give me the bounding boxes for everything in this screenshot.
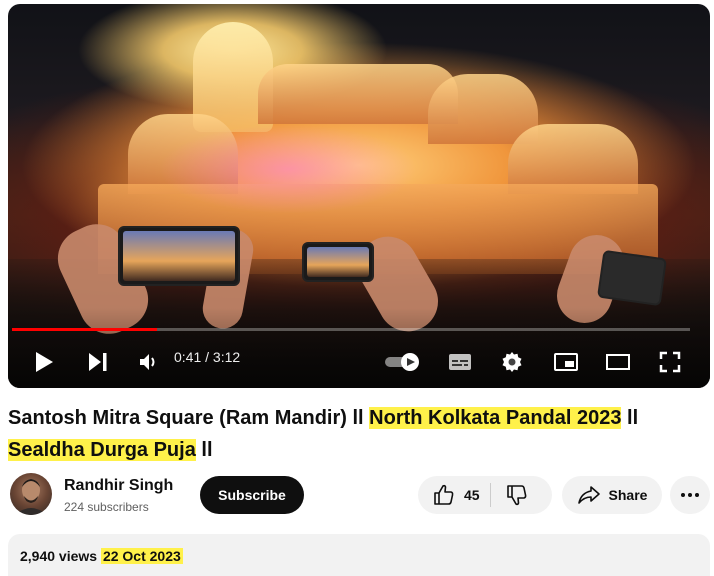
video-title-part: Santosh Mitra Square (Ram Mandir) ll (8, 407, 370, 429)
like-button[interactable]: 45 (418, 476, 490, 514)
progress-fill (12, 328, 158, 331)
more-actions-button[interactable] (670, 476, 710, 514)
volume-icon (140, 354, 155, 370)
more-horizontal-icon (681, 493, 699, 497)
subtitles-icon (449, 354, 471, 370)
volume-button[interactable] (134, 348, 162, 376)
current-time: 0:41 (174, 349, 202, 365)
view-count: 2,940 views (20, 548, 98, 564)
next-button[interactable] (84, 348, 112, 376)
like-dislike-group: 45 (418, 476, 552, 514)
video-title-highlight: North Kolkata Pandal 2023 (369, 407, 622, 429)
video-title-highlight: Sealdha Durga Puja (8, 439, 196, 461)
video-frame-light-glow (158, 124, 418, 214)
dislike-button[interactable] (491, 476, 543, 514)
duration: 3:12 (212, 349, 241, 365)
share-label: Share (608, 487, 648, 503)
play-button[interactable] (30, 348, 58, 376)
autoplay-toggle-icon (385, 353, 419, 371)
time-separator: / (201, 349, 213, 365)
video-title: Santosh Mitra Square (Ram Mandir) ll Nor… (8, 402, 708, 466)
subscriber-count: 224 subscribers (64, 500, 149, 514)
subtitles-button[interactable] (446, 348, 474, 376)
autoplay-toggle[interactable] (384, 348, 424, 376)
video-frame-phone (118, 226, 240, 286)
progress-bar[interactable] (12, 328, 690, 331)
video-frame-phone (596, 249, 668, 307)
channel-avatar[interactable] (10, 473, 52, 515)
video-title-part: ll (195, 439, 213, 461)
time-display: 0:41 / 3:12 (174, 349, 240, 365)
theater-mode-icon (606, 354, 630, 370)
channel-name[interactable]: Randhir Singh (64, 477, 173, 495)
thumbs-down-icon (506, 485, 526, 506)
play-icon (36, 352, 53, 372)
video-frame-phone (302, 242, 374, 282)
miniplayer-button[interactable] (552, 348, 580, 376)
description-meta: 2,940 views 22 Oct 2023 (20, 548, 183, 564)
share-icon (577, 486, 600, 504)
gear-icon (502, 352, 522, 372)
settings-button[interactable] (498, 348, 526, 376)
description-box[interactable]: 2,940 views 22 Oct 2023 (8, 534, 710, 576)
share-button[interactable]: Share (562, 476, 662, 514)
miniplayer-icon (554, 353, 578, 371)
fullscreen-icon (659, 351, 681, 373)
thumbs-up-icon (434, 484, 454, 505)
subscribe-button[interactable]: Subscribe (200, 476, 304, 514)
upload-date: 22 Oct 2023 (100, 548, 183, 564)
avatar-face-icon (15, 479, 47, 515)
fullscreen-button[interactable] (656, 348, 684, 376)
theater-mode-button[interactable] (604, 348, 632, 376)
video-title-part: ll (621, 407, 639, 429)
like-count: 45 (464, 487, 480, 503)
next-icon (89, 353, 107, 371)
